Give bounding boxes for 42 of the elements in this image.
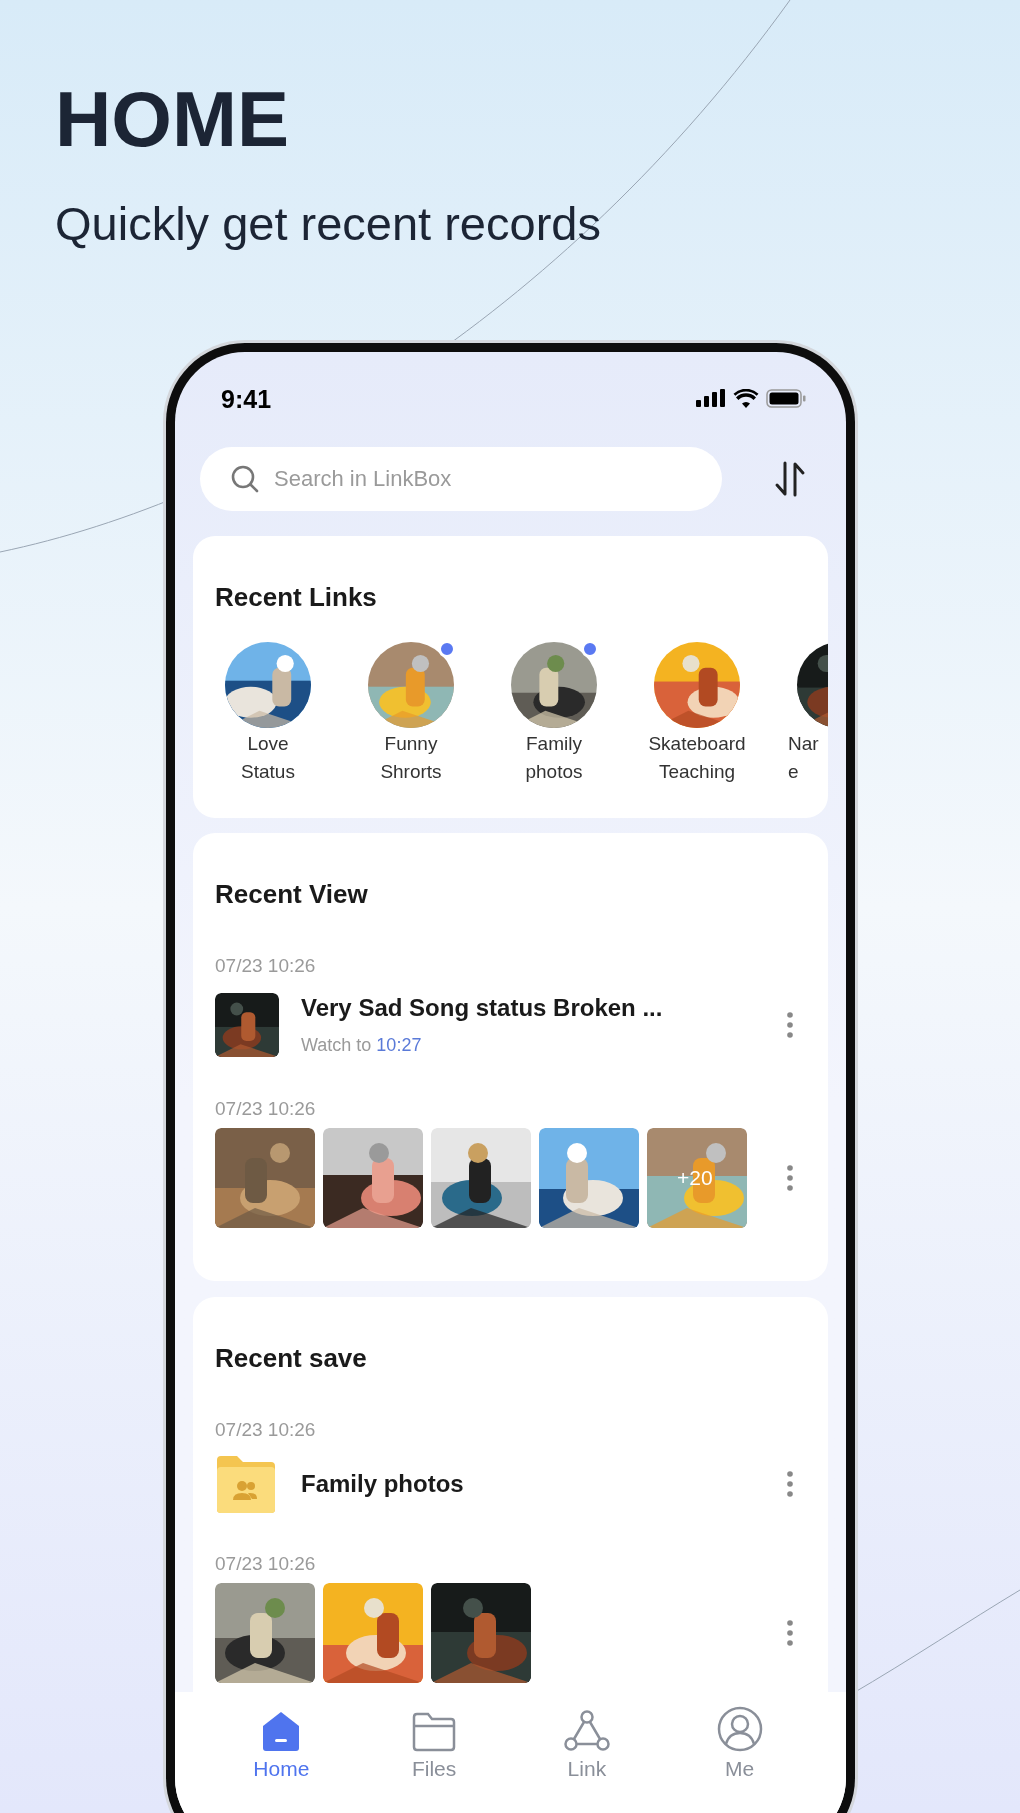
entry-time: 07/23 10:26: [215, 1554, 317, 1573]
tab[interactable]: Files: [379, 1706, 490, 1779]
entry-time: 07/23 10:26: [215, 1099, 317, 1118]
search-field[interactable]: Search in LinkBox: [200, 447, 722, 511]
section-title: Recent save: [214, 1342, 368, 1375]
link-label: Teaching: [658, 760, 736, 784]
more-icon: [787, 1620, 793, 1646]
more-icon: [787, 1471, 793, 1497]
watch-time: 10:27: [376, 1034, 422, 1057]
tab[interactable]: Link: [531, 1706, 642, 1779]
sort-icon: [773, 461, 807, 497]
page-title: HOME: [55, 80, 290, 158]
link-label: Nar: [787, 732, 819, 756]
more-icon: [787, 1165, 793, 1191]
link-label: Skateboard: [648, 732, 746, 756]
link-label: Funny: [384, 732, 438, 756]
folder-icon: [412, 1712, 457, 1752]
entry-time: 07/23 10:26: [215, 1420, 317, 1439]
link-label: Love: [247, 732, 289, 756]
wifi-icon: [733, 388, 759, 408]
more-count: +20: [677, 1166, 713, 1190]
link-label: Shrorts: [380, 760, 442, 784]
section-title: Recent View: [214, 878, 369, 911]
folder-icon: [215, 1454, 277, 1514]
tab[interactable]: Home: [226, 1706, 337, 1779]
more-icon: [787, 1011, 793, 1038]
status-time: 9:41: [221, 384, 272, 416]
folder-title: Family photos: [301, 1469, 464, 1499]
watch-label: Watch to: [301, 1034, 372, 1057]
tab[interactable]: Me: [684, 1706, 795, 1779]
link-label: photos: [525, 760, 583, 784]
signal-icon: [696, 389, 726, 407]
entry-time: 07/23 10:26: [215, 956, 317, 975]
video-title: Very Sad Song status Broken ...: [301, 993, 663, 1023]
battery-icon: [766, 388, 806, 408]
link-label: e: [787, 760, 799, 784]
profile-icon: [716, 1706, 763, 1752]
link-label: Status: [241, 760, 295, 784]
link-label: Family: [526, 732, 582, 756]
network-icon: [563, 1710, 610, 1752]
section-title: Recent Links: [214, 581, 378, 614]
search-icon: [230, 464, 260, 494]
